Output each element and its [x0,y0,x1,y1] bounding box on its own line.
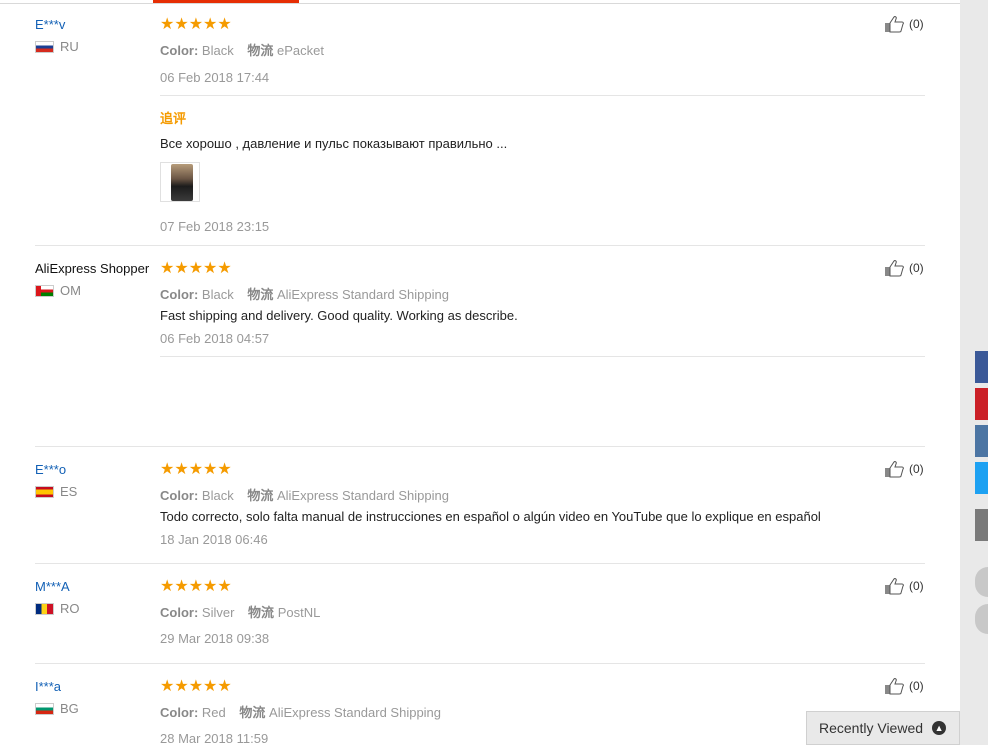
color-value: Silver [201,605,235,620]
pinterest-share-icon[interactable] [975,388,988,420]
helpful-count: (0) [909,679,924,693]
country-code: RU [60,39,79,54]
color-label: Color: [160,43,199,58]
flag-ru-icon [35,40,54,53]
star-rating: ★★★★★ [160,578,232,595]
follow-up-text: Все хорошо , давление и пульс показывают… [160,136,508,151]
country-code: BG [60,701,79,716]
review-divider [35,563,925,564]
review-divider [35,245,925,246]
color-label: Color: [160,287,199,302]
thumbs-up-icon [885,578,904,595]
review-text: Todo correcto, solo falta manual de inst… [160,509,821,524]
helpful-count: (0) [909,462,924,476]
star-rating: ★★★★★ [160,260,232,277]
shipping-label: 物流 [247,43,274,58]
shipping-label: 物流 [247,287,274,302]
active-tab-indicator [153,0,299,3]
reviewer-country: RU [35,39,79,54]
reviewer-name: AliExpress Shopper [35,261,150,276]
color-label: Color: [160,705,199,720]
helpful-count: (0) [909,579,924,593]
recently-viewed-label: Recently Viewed [819,720,924,736]
review-meta: Color: Black 物流 AliExpress Standard Ship… [160,485,449,504]
helpful-button[interactable]: (0) [884,15,924,33]
chevron-up-icon: ▲ [932,721,947,735]
shipping-value: AliExpress Standard Shipping [269,705,442,720]
helpful-button[interactable]: (0) [884,577,924,595]
shipping-label: 物流 [247,488,274,503]
reviewer-country: RO [35,601,80,616]
shipping-label: 物流 [239,705,266,720]
thumbs-up-icon [885,678,904,695]
color-label: Color: [160,488,199,503]
shipping-value: AliExpress Standard Shipping [276,287,449,302]
color-value: Black [201,287,234,302]
helpful-button[interactable]: (0) [884,677,924,695]
review-meta: Color: Black 物流 AliExpress Standard Ship… [160,284,449,303]
follow-up-title: 追评 [160,111,187,126]
star-rating: ★★★★★ [160,461,232,478]
recently-viewed-button[interactable]: Recently Viewed ▲ [806,711,960,745]
color-value: Black [201,488,234,503]
helpful-count: (0) [909,17,924,31]
review-divider [35,663,925,664]
review-date: 18 Jan 2018 06:46 [160,532,268,547]
shipping-value: AliExpress Standard Shipping [276,488,449,503]
facebook-share-icon[interactable] [975,351,988,383]
flag-ro-icon [35,602,54,615]
star-rating: ★★★★★ [160,16,232,33]
thumbs-up-icon [885,16,904,33]
color-value: Black [201,43,234,58]
color-label: Color: [160,605,199,620]
reviewer-country: OM [35,283,81,298]
review-date: 29 Mar 2018 09:38 [160,631,270,646]
shipping-value: ePacket [276,43,324,58]
divider [160,356,925,357]
flag-bg-icon [35,702,54,715]
reviewer-name[interactable]: M***A [35,579,70,594]
review-date: 06 Feb 2018 04:57 [160,331,270,346]
helpful-button[interactable]: (0) [884,460,924,478]
star-rating: ★★★★★ [160,678,232,695]
review-meta: Color: Black 物流 ePacket [160,40,324,59]
reviewer-name[interactable]: I***a [35,679,61,694]
helpful-button[interactable]: (0) [884,259,924,277]
country-code: OM [60,283,81,298]
reviewer-name[interactable]: E***v [35,17,65,32]
flag-om-icon [35,284,54,297]
review-photo[interactable] [160,162,200,202]
review-divider [35,446,925,447]
tab-bar [0,0,960,4]
review-date: 06 Feb 2018 17:44 [160,70,270,85]
review-text: Fast shipping and delivery. Good quality… [160,308,518,323]
review-meta: Color: Red 物流 AliExpress Standard Shippi… [160,702,441,721]
photo-thumbnail [171,164,193,201]
color-value: Red [201,705,226,720]
review-date: 28 Mar 2018 11:59 [160,731,269,746]
feedback-icon[interactable] [975,509,988,541]
shipping-value: PostNL [277,605,321,620]
shipping-label: 物流 [248,605,275,620]
country-code: RO [60,601,80,616]
country-code: ES [60,484,78,499]
reviewer-country: ES [35,484,77,499]
review-meta: Color: Silver 物流 PostNL [160,602,320,621]
reviewer-name[interactable]: E***o [35,462,66,477]
twitter-share-icon[interactable] [975,462,988,494]
flag-es-icon [35,485,54,498]
follow-up-date: 07 Feb 2018 23:15 [160,219,270,234]
thumbs-up-icon [885,461,904,478]
vk-share-icon[interactable] [975,425,988,457]
divider [160,95,925,96]
thumbs-up-icon [885,260,904,277]
helpful-count: (0) [909,261,924,275]
reviewer-country: BG [35,701,79,716]
